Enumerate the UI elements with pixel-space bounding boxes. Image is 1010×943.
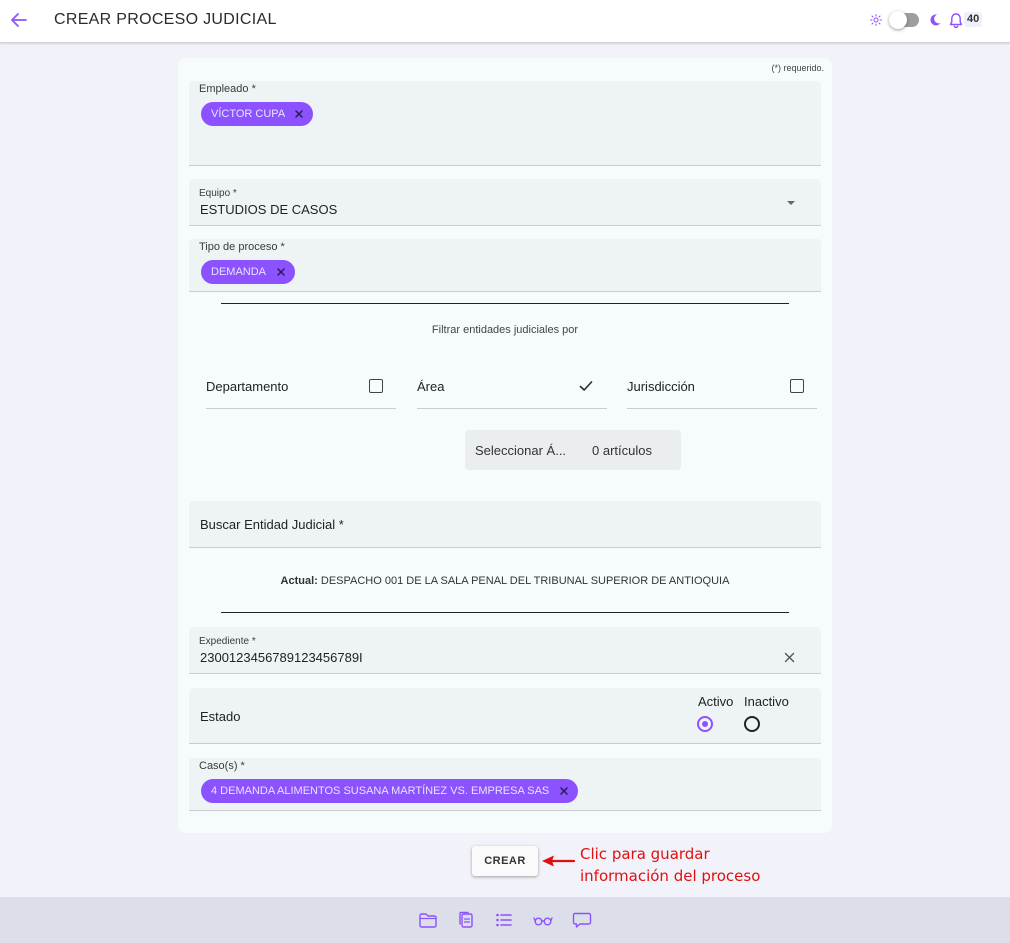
annotation-line-1: Clic para guardar — [580, 845, 710, 863]
area-select-label: Seleccionar Á... — [475, 443, 567, 458]
chip-remove-icon[interactable] — [275, 266, 287, 278]
form-card: (*) requerido. Empleado * VÍCTOR CUPA Eq… — [178, 58, 832, 833]
tipo-proceso-chip[interactable]: DEMANDA — [201, 260, 295, 284]
documents-icon[interactable] — [456, 911, 476, 929]
moon-icon — [930, 14, 941, 26]
tipo-proceso-chip-label: DEMANDA — [211, 266, 267, 278]
top-app-bar: CREAR PROCESO JUDICIAL 40 — [0, 0, 1010, 43]
filter-area-label: Área — [417, 379, 445, 394]
actual-entity-text: Actual: DESPACHO 001 DE LA SALA PENAL DE… — [178, 575, 832, 587]
casos-chip-label: 4 DEMANDA ALIMENTOS SUSANA MARTÍNEZ VS. … — [211, 785, 550, 797]
annotation-line-2: información del proceso — [580, 867, 761, 885]
estado-label: Estado — [200, 709, 241, 724]
area-check-icon[interactable] — [578, 378, 594, 394]
filter-area[interactable]: Área — [417, 372, 607, 409]
clear-icon[interactable] — [784, 652, 795, 663]
dropdown-caret-icon[interactable] — [786, 200, 796, 206]
area-multiselect[interactable]: Seleccionar Á... 0 artículos — [465, 430, 681, 470]
notification-count-badge: 40 — [964, 12, 983, 27]
equipo-select[interactable]: Equipo * ESTUDIOS DE CASOS — [189, 179, 821, 226]
filter-jurisdiccion[interactable]: Jurisdicción — [627, 372, 817, 409]
bottom-nav — [0, 897, 1010, 943]
tipo-proceso-field[interactable]: Tipo de proceso * DEMANDA — [189, 239, 821, 292]
annotation-arrow-icon — [542, 855, 576, 867]
empleado-chip[interactable]: VÍCTOR CUPA — [201, 102, 313, 126]
inactivo-radio[interactable] — [744, 716, 760, 732]
back-arrow-icon[interactable] — [9, 10, 29, 30]
chip-remove-icon[interactable] — [558, 785, 570, 797]
activo-radio[interactable] — [697, 716, 713, 732]
toggle-knob — [889, 11, 907, 29]
chat-icon[interactable] — [572, 911, 592, 929]
theme-toggle[interactable] — [889, 11, 919, 29]
jurisdiccion-checkbox[interactable] — [790, 379, 804, 393]
estado-field: Estado Activo Inactivo — [189, 688, 821, 744]
empleado-chip-label: VÍCTOR CUPA — [211, 108, 286, 120]
list-icon[interactable] — [494, 911, 514, 929]
empleado-field[interactable]: Empleado * VÍCTOR CUPA — [189, 81, 821, 166]
expediente-label: Expediente * — [199, 636, 256, 647]
filter-departamento-label: Departamento — [206, 379, 289, 394]
buscar-entidad-label: Buscar Entidad Judicial * — [200, 517, 344, 532]
page-title: CREAR PROCESO JUDICIAL — [54, 11, 277, 28]
divider-top — [221, 303, 789, 304]
departamento-checkbox[interactable] — [369, 379, 383, 393]
filter-departamento[interactable]: Departamento — [206, 372, 396, 409]
glasses-icon[interactable] — [533, 911, 553, 929]
casos-label: Caso(s) * — [199, 760, 245, 772]
equipo-value: ESTUDIOS DE CASOS — [200, 202, 338, 217]
annotation-text: Clic para guardar información del proces… — [580, 843, 760, 887]
filter-jurisdiccion-label: Jurisdicción — [627, 379, 695, 394]
bell-icon[interactable] — [948, 12, 964, 29]
sun-icon — [870, 14, 882, 26]
chip-remove-icon[interactable] — [293, 108, 305, 120]
folder-icon[interactable] — [418, 911, 438, 929]
empleado-label: Empleado * — [199, 83, 256, 95]
activo-label: Activo — [698, 694, 734, 709]
required-note: (*) requerido. — [771, 63, 824, 73]
equipo-label: Equipo * — [199, 188, 237, 199]
buscar-entidad-input[interactable]: Buscar Entidad Judicial * — [189, 501, 821, 548]
tipo-proceso-label: Tipo de proceso * — [199, 241, 285, 253]
filter-title: Filtrar entidades judiciales por — [431, 324, 579, 336]
divider-bottom — [221, 612, 789, 613]
casos-field[interactable]: Caso(s) * 4 DEMANDA ALIMENTOS SUSANA MAR… — [189, 758, 821, 811]
area-select-count: 0 artículos — [592, 443, 652, 458]
crear-button[interactable]: CREAR — [472, 846, 538, 876]
actual-value: DESPACHO 001 DE LA SALA PENAL DEL TRIBUN… — [320, 575, 730, 587]
expediente-value[interactable]: 2300123456789123456789I — [200, 650, 363, 665]
expediente-input[interactable]: Expediente * 2300123456789123456789I — [189, 627, 821, 674]
casos-chip[interactable]: 4 DEMANDA ALIMENTOS SUSANA MARTÍNEZ VS. … — [201, 779, 578, 803]
actual-prefix: Actual: — [280, 575, 318, 587]
inactivo-label: Inactivo — [744, 694, 789, 709]
